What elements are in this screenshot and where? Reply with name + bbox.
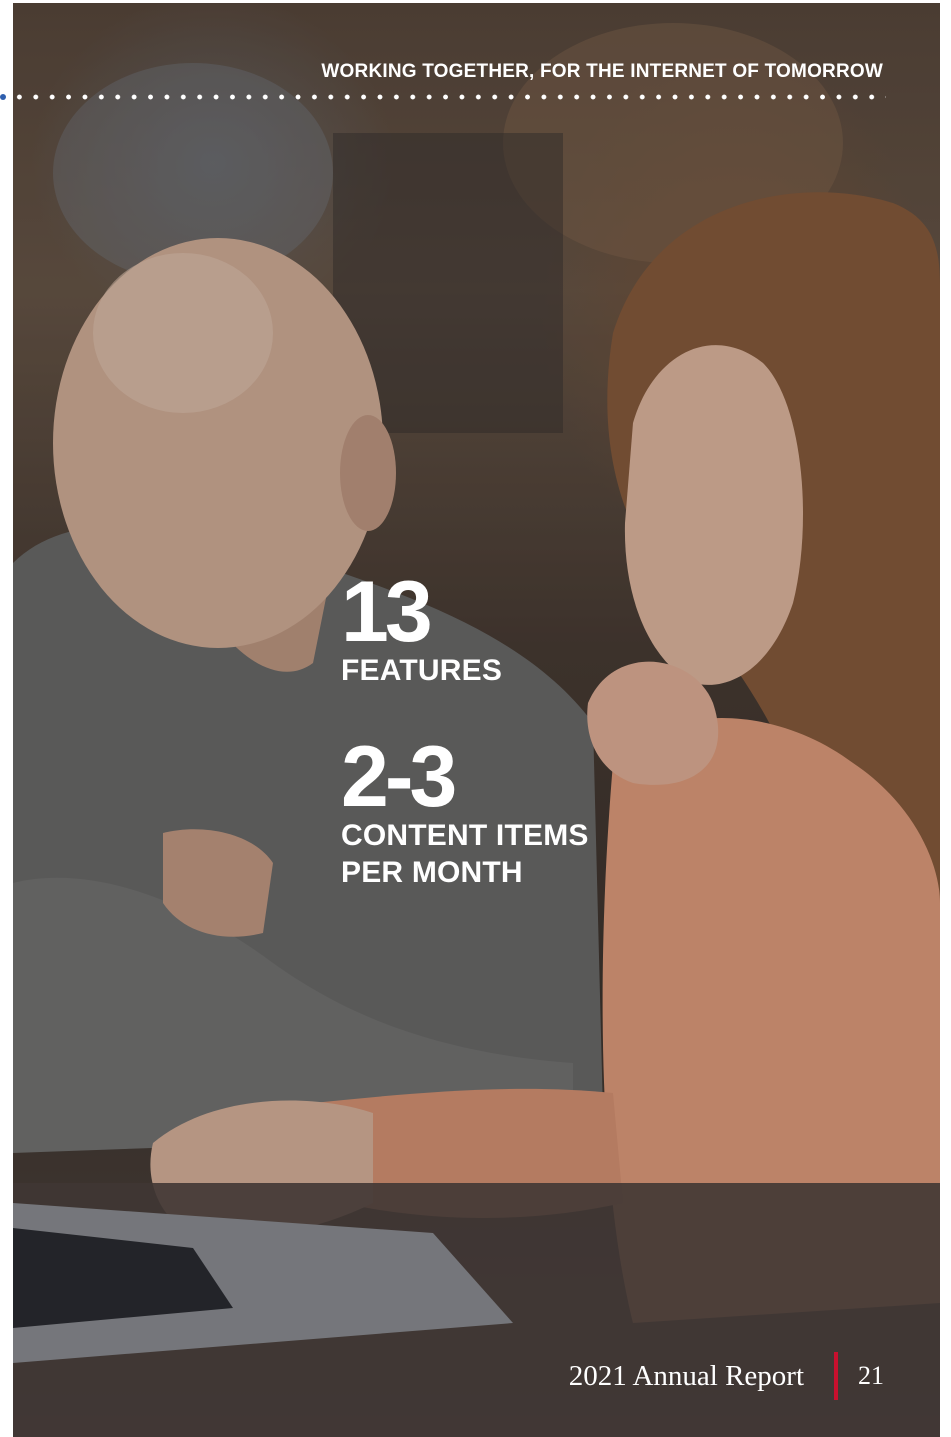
report-page: WORKING TOGETHER, FOR THE INTERNET OF TO… — [0, 0, 951, 1437]
stat-features-value: 13 — [341, 564, 433, 660]
background-photo — [13, 3, 940, 1437]
stat-features: 13 FEATURES — [341, 564, 503, 689]
dotted-rule-lead-dot — [0, 94, 6, 100]
stat-content-items-value: 2-3 — [341, 729, 457, 825]
dotted-rule — [0, 94, 886, 100]
page-footer: 2021 Annual Report 21 — [569, 1352, 884, 1400]
stat-content-items-label-line-1: CONTENT ITEMS — [341, 819, 589, 852]
header-tagline: WORKING TOGETHER, FOR THE INTERNET OF TO… — [321, 61, 883, 82]
footer-divider — [834, 1352, 838, 1400]
stat-content-items: 2-3 CONTENT ITEMS PER MONTH — [341, 729, 589, 891]
stat-features-label: FEATURES — [341, 654, 503, 687]
report-title: 2021 Annual Report — [568, 1359, 804, 1392]
photo-illustration — [13, 3, 940, 1437]
page-number: 21 — [858, 1361, 884, 1390]
stat-content-items-label-line-2: PER MONTH — [341, 856, 523, 889]
